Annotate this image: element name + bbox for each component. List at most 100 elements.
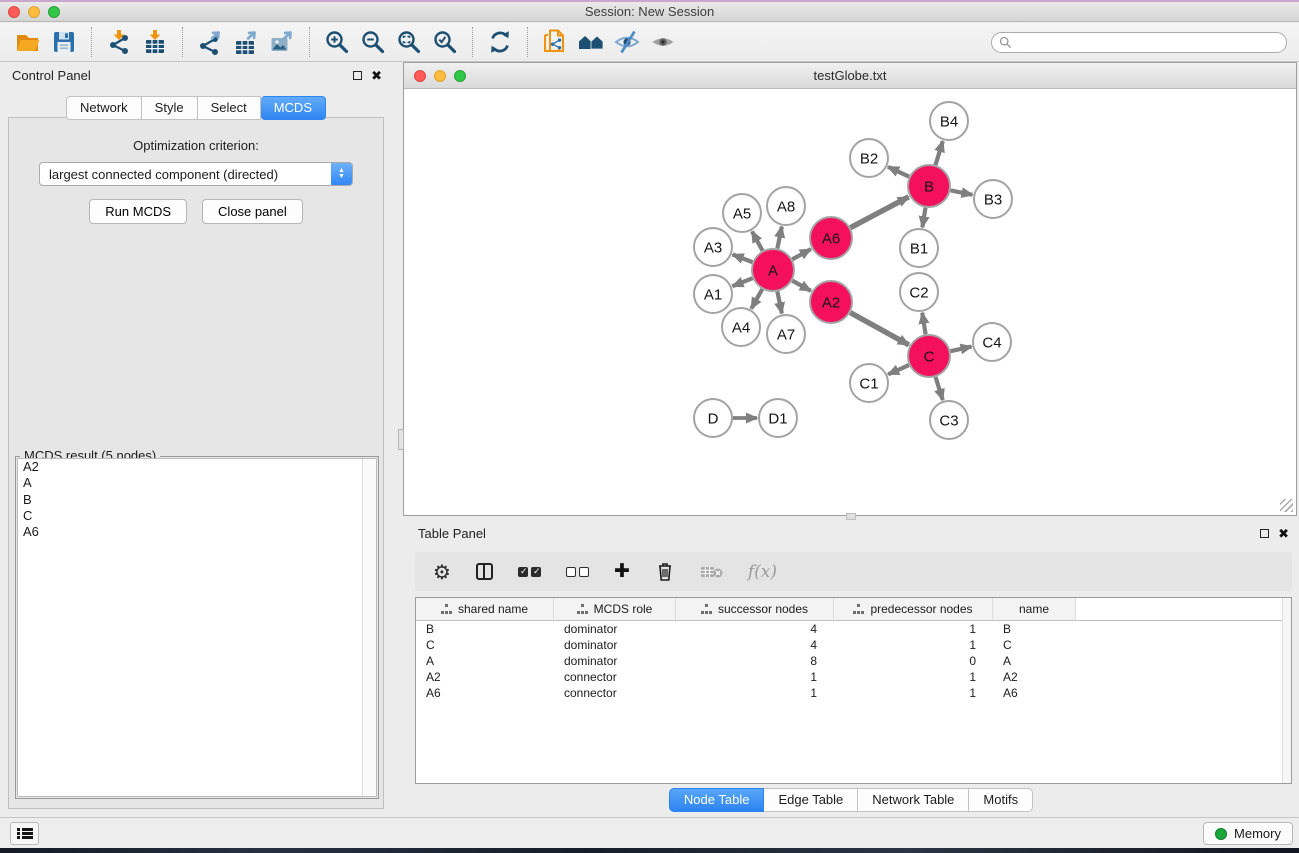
- close-window-button[interactable]: [8, 6, 20, 18]
- export-table-icon[interactable]: [228, 26, 264, 58]
- result-item-B[interactable]: B: [18, 492, 376, 508]
- search-box[interactable]: [991, 32, 1287, 53]
- graph-node-A5[interactable]: A5: [723, 194, 761, 232]
- result-item-A6[interactable]: A6: [18, 524, 376, 540]
- graph-node-B3[interactable]: B3: [974, 180, 1012, 218]
- memory-button[interactable]: Memory: [1203, 822, 1293, 845]
- add-column-icon[interactable]: ✚: [614, 562, 630, 581]
- save-icon[interactable]: [46, 26, 82, 58]
- graph-node-D1[interactable]: D1: [759, 399, 797, 437]
- delete-column-icon[interactable]: [655, 561, 675, 582]
- graph-node-B[interactable]: B: [908, 165, 950, 207]
- graph-node-B2[interactable]: B2: [850, 139, 888, 177]
- column-header-successor-nodes[interactable]: successor nodes: [676, 598, 834, 621]
- tab-mcds[interactable]: MCDS: [261, 96, 326, 120]
- task-history-button[interactable]: [10, 822, 39, 845]
- edge-C-C2[interactable]: [922, 313, 925, 335]
- edge-A-A2[interactable]: [792, 281, 811, 291]
- home-icon[interactable]: [573, 26, 609, 58]
- table-row-A[interactable]: Adominator80A: [416, 653, 1291, 669]
- result-scrollbar[interactable]: [362, 459, 376, 796]
- edge-A2-C[interactable]: [850, 313, 909, 345]
- criterion-dropdown[interactable]: largest connected component (directed) ▲…: [39, 162, 353, 186]
- column-header-MCDS-role[interactable]: MCDS role: [554, 598, 676, 621]
- run-mcds-button[interactable]: Run MCDS: [89, 199, 187, 224]
- clone-network-icon[interactable]: [537, 26, 573, 58]
- float-panel-icon[interactable]: [353, 71, 362, 80]
- network-close-button[interactable]: [414, 70, 426, 82]
- column-header-shared-name[interactable]: shared name: [416, 598, 554, 621]
- search-input[interactable]: [1012, 35, 1279, 49]
- show-columns-icon[interactable]: [476, 563, 493, 580]
- open-folder-icon[interactable]: [10, 26, 46, 58]
- resize-grip[interactable]: [1280, 499, 1293, 512]
- graph-node-A7[interactable]: A7: [767, 315, 805, 353]
- table-settings-icon[interactable]: ⚙: [433, 562, 451, 582]
- graph-node-B1[interactable]: B1: [900, 229, 938, 267]
- graph-node-D[interactable]: D: [694, 399, 732, 437]
- graph-node-A1[interactable]: A1: [694, 275, 732, 313]
- edge-A-A6[interactable]: [792, 249, 811, 259]
- tab-select[interactable]: Select: [198, 96, 261, 120]
- zoom-in-icon[interactable]: [319, 26, 355, 58]
- result-item-A2[interactable]: A2: [18, 459, 376, 475]
- hide-eye-icon[interactable]: [609, 26, 645, 58]
- import-network-icon[interactable]: [101, 26, 137, 58]
- edge-A-A1[interactable]: [732, 278, 752, 286]
- zoom-selected-icon[interactable]: [427, 26, 463, 58]
- close-panel-button[interactable]: Close panel: [202, 199, 303, 224]
- table-scrollbar[interactable]: [1282, 598, 1291, 783]
- graph-node-C3[interactable]: C3: [930, 401, 968, 439]
- edge-B-B4[interactable]: [935, 141, 942, 165]
- eye-icon[interactable]: [645, 26, 681, 58]
- export-network-icon[interactable]: [192, 26, 228, 58]
- edge-C-C1[interactable]: [888, 365, 909, 374]
- split-handle-horizontal[interactable]: [846, 513, 856, 520]
- table-float-icon[interactable]: [1260, 529, 1269, 538]
- edge-A-A7[interactable]: [777, 292, 781, 314]
- table-row-A2[interactable]: A2connector11A2: [416, 669, 1291, 685]
- tab-motifs[interactable]: Motifs: [969, 788, 1033, 812]
- import-table-icon[interactable]: [137, 26, 173, 58]
- column-header-predecessor-nodes[interactable]: predecessor nodes: [834, 598, 993, 621]
- graph-node-C4[interactable]: C4: [973, 323, 1011, 361]
- graph-node-A[interactable]: A: [752, 249, 794, 291]
- edge-C-C3[interactable]: [936, 377, 943, 400]
- refresh-icon[interactable]: [482, 26, 518, 58]
- table-row-B[interactable]: Bdominator41B: [416, 621, 1291, 637]
- result-item-A[interactable]: A: [18, 475, 376, 491]
- edge-C-C4[interactable]: [950, 347, 971, 352]
- tab-node-table[interactable]: Node Table: [669, 788, 765, 812]
- tab-network[interactable]: Network: [66, 96, 142, 120]
- graph-node-A2[interactable]: A2: [810, 281, 852, 323]
- edge-A-A5[interactable]: [752, 231, 762, 250]
- network-zoom-button[interactable]: [454, 70, 466, 82]
- tab-edge-table[interactable]: Edge Table: [764, 788, 858, 812]
- export-image-icon[interactable]: [264, 26, 300, 58]
- edge-A6-B[interactable]: [850, 197, 908, 228]
- edge-A-A4[interactable]: [751, 289, 762, 309]
- tab-style[interactable]: Style: [142, 96, 198, 120]
- edge-A-A3[interactable]: [733, 255, 753, 263]
- tab-network-table[interactable]: Network Table: [858, 788, 969, 812]
- zoom-window-button[interactable]: [48, 6, 60, 18]
- network-minimize-button[interactable]: [434, 70, 446, 82]
- close-panel-icon[interactable]: ✖: [371, 71, 382, 81]
- table-close-icon[interactable]: ✖: [1278, 529, 1289, 539]
- network-canvas[interactable]: B4B2BB3A8A5A6A3B1AC2A1A2A4A7C4CC1C3DD1: [405, 89, 1295, 514]
- edge-B-B1[interactable]: [922, 208, 925, 228]
- edge-B-B2[interactable]: [888, 167, 909, 177]
- graph-node-A4[interactable]: A4: [722, 308, 760, 346]
- graph-node-C2[interactable]: C2: [900, 273, 938, 311]
- edge-B-B3[interactable]: [951, 190, 973, 194]
- zoom-out-icon[interactable]: [355, 26, 391, 58]
- table-row-A6[interactable]: A6connector11A6: [416, 685, 1291, 701]
- split-handle-vertical[interactable]: [398, 429, 404, 450]
- graph-node-C[interactable]: C: [908, 335, 950, 377]
- graph-node-A6[interactable]: A6: [810, 217, 852, 259]
- graph-node-B4[interactable]: B4: [930, 102, 968, 140]
- column-header-name[interactable]: name: [993, 598, 1076, 621]
- zoom-fit-icon[interactable]: [391, 26, 427, 58]
- result-item-C[interactable]: C: [18, 508, 376, 524]
- minimize-window-button[interactable]: [28, 6, 40, 18]
